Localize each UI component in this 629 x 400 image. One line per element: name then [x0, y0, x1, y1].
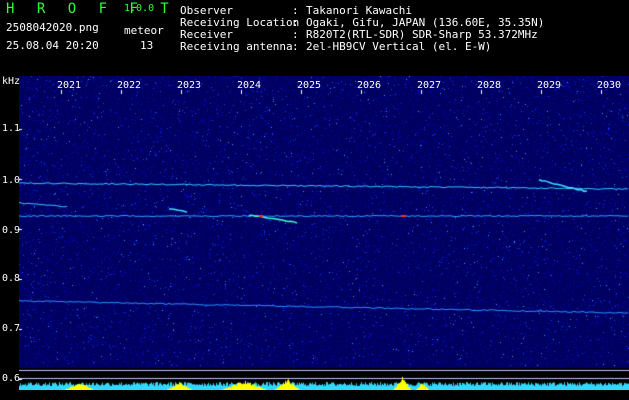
- x-tick-label: 2025: [297, 80, 322, 91]
- header-panel: H R O F F T 1.0.0 2508042020.png meteor …: [0, 0, 629, 76]
- info-sep: :: [292, 40, 299, 53]
- x-tick-label: 2022: [117, 80, 142, 91]
- x-tick-label: 2021: [57, 80, 82, 91]
- x-tick-label: 2028: [477, 80, 502, 91]
- y-axis-unit: kHz: [2, 76, 21, 87]
- file-name: 2508042020.png: [6, 21, 99, 34]
- y-tick-label: 0.8: [2, 273, 21, 284]
- y-tick-label: 1.0: [2, 175, 21, 186]
- x-tick-label: 2027: [417, 80, 442, 91]
- x-tick-label: 2026: [357, 80, 382, 91]
- info-value-antenna: 2el-HB9CV Vertical (el. E-W): [306, 40, 492, 53]
- app-version: 1.0.0: [124, 3, 155, 14]
- meteor-label: meteor: [124, 24, 164, 37]
- x-tick-label: 2023: [177, 80, 202, 91]
- x-tick-label: 2029: [537, 80, 562, 91]
- y-tick-label: 0.6: [2, 373, 21, 384]
- info-key-antenna: Receiving antenna: [180, 40, 293, 53]
- x-tick-label: 2030: [597, 80, 622, 91]
- y-tick-label: 0.9: [2, 225, 21, 236]
- x-tick-label: 2024: [237, 80, 262, 91]
- capture-datetime: 25.08.04 20:20: [6, 39, 99, 52]
- y-tick-label: 1.1: [2, 123, 21, 134]
- meteor-count: 13: [140, 39, 154, 52]
- y-tick-label: 0.7: [2, 323, 21, 334]
- spectrogram-canvas: [19, 76, 629, 390]
